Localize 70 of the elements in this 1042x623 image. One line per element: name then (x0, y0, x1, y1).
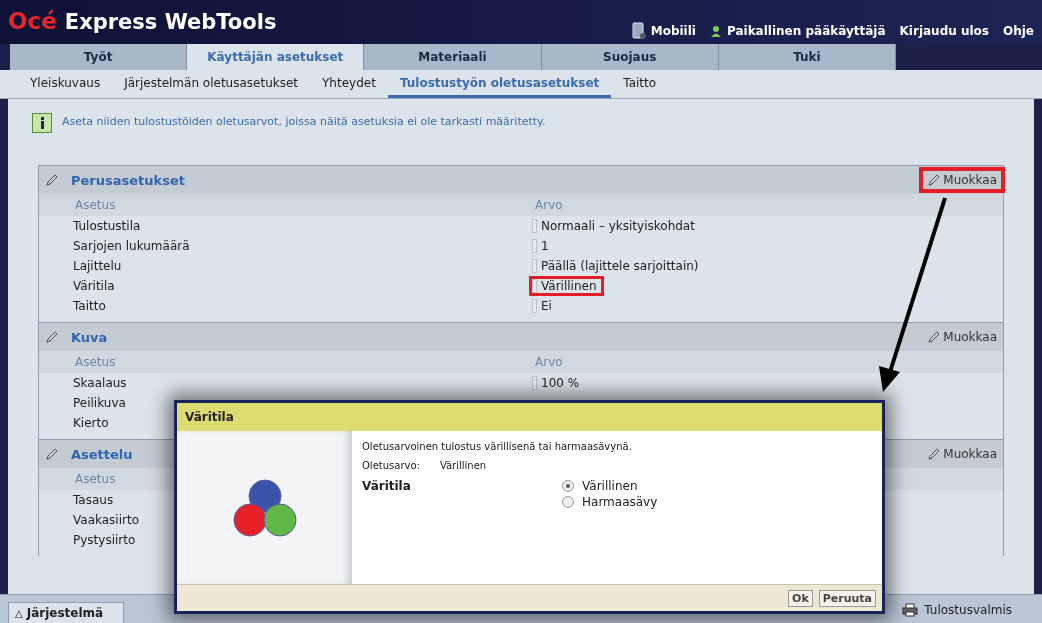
setting-name: Tasaus (72, 492, 115, 509)
edit-link[interactable]: Muokkaa (919, 324, 1005, 350)
setting-value: Värillinen (529, 276, 604, 296)
section-title: Kuva (71, 329, 108, 345)
sub-tab[interactable]: Yleiskuvaus (18, 70, 113, 98)
dialog-title: Väritila (177, 403, 882, 431)
setting-name: Taitto (72, 298, 107, 315)
setting-name: Tulostustila (72, 218, 142, 235)
default-label: Oletusarvo: (362, 460, 420, 471)
pencil-icon (45, 173, 59, 187)
setting-value: 100 % (529, 373, 587, 393)
color-circles-icon (231, 477, 298, 538)
header-link[interactable]: Mobiili (631, 22, 696, 40)
setting-value: Päällä (lajittele sarjoittain) (529, 256, 706, 276)
value-marker-icon (532, 239, 537, 253)
setting-name: Skaalaus (72, 375, 128, 392)
value-marker-icon (532, 259, 537, 273)
section-title: Asettelu (71, 446, 133, 462)
printer-icon (902, 603, 919, 617)
triangle-icon: △ (15, 607, 23, 619)
value-marker-icon (532, 279, 537, 293)
sub-tab[interactable]: Järjestelmän oletusasetukset (112, 70, 311, 98)
edit-link[interactable]: Muokkaa (919, 441, 1005, 467)
radio-icon[interactable] (562, 496, 574, 508)
system-tab[interactable]: △ Järjestelmä (8, 602, 125, 623)
setting-name: Kierto (72, 415, 110, 432)
nav-tab[interactable]: Materiaali (364, 44, 542, 70)
radio-option[interactable]: Harmaasävy (562, 495, 658, 509)
setting-name: Peilikuva (72, 395, 127, 412)
phone-icon (631, 22, 646, 40)
header-link[interactable]: Ohje (1003, 24, 1034, 38)
user-icon (709, 25, 722, 37)
setting-name: Pystysiirto (72, 532, 137, 549)
section-title: Perusasetukset (71, 172, 185, 188)
setting-name: Lajittelu (72, 258, 123, 275)
radio-icon[interactable] (562, 480, 574, 492)
default-value: Värillinen (439, 460, 487, 471)
header-link[interactable]: Paikallinen pääkäyttäjä (709, 24, 886, 38)
radio-option[interactable]: Värillinen (562, 479, 658, 493)
setting-value: Ei (529, 296, 559, 316)
dialog-button[interactable]: Peruuta (818, 589, 876, 607)
pencil-icon (45, 330, 59, 344)
nav-tab[interactable]: Työt (10, 44, 188, 70)
edit-link[interactable]: Muokkaa (919, 167, 1005, 193)
sub-tab[interactable]: Taitto (611, 70, 669, 98)
status-text: Tulostusvalmis (924, 603, 1012, 617)
pencil-icon (927, 173, 942, 187)
dialog-description: Oletusarvoinen tulostus värillisenä tai harmaasävynä. (362, 441, 633, 452)
setting-name: Sarjojen lukumäärä (72, 238, 191, 255)
value-marker-icon (532, 299, 537, 313)
pencil-icon (45, 447, 59, 461)
value-marker-icon (532, 219, 537, 233)
system-tab-label: Järjestelmä (26, 606, 104, 620)
value-marker-icon (532, 376, 537, 390)
info-text: Aseta niiden tulostustöiden oletusarvot, joissa näitä asetuksia ei ole tarkasti määritetty. (62, 115, 546, 128)
setting-value: 1 (529, 236, 556, 256)
sub-tab[interactable]: Yhteydet (310, 70, 388, 98)
logo-product: Express WebTools (64, 10, 277, 34)
logo-brand: Océ (8, 8, 57, 34)
nav-tab[interactable]: Käyttäjän asetukset (187, 44, 365, 70)
info-icon (32, 113, 52, 133)
setting-name: Väritila (72, 278, 116, 295)
pencil-icon (927, 330, 942, 344)
pencil-icon (927, 447, 942, 461)
dialog-button[interactable]: Ok (788, 589, 813, 607)
nav-tab[interactable]: Tuki (718, 44, 896, 70)
nav-tab[interactable]: Suojaus (541, 44, 719, 70)
header-link[interactable]: Kirjaudu ulos (899, 24, 989, 38)
setting-name: Vaakasiirto (72, 512, 140, 529)
setting-value: Normaali – yksityiskohdat (529, 216, 702, 236)
